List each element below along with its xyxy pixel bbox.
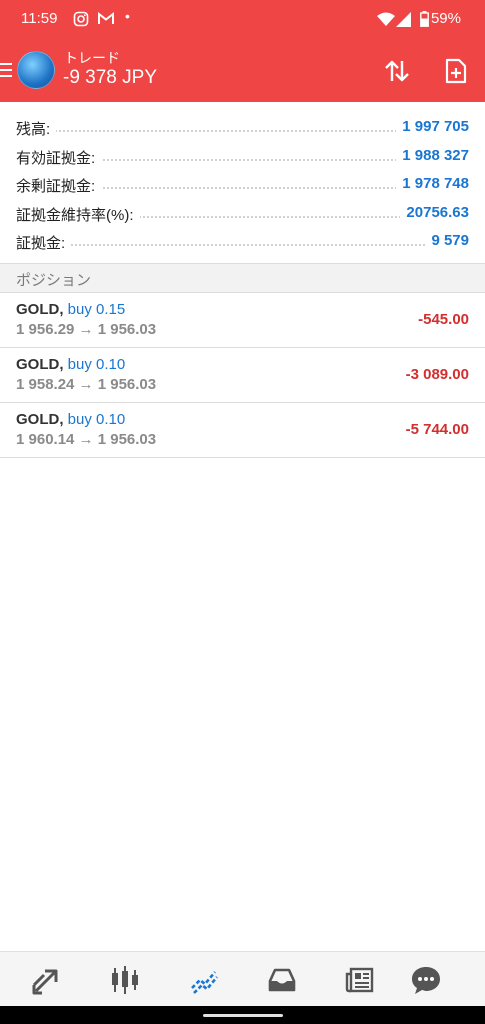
quotes-icon[interactable] [31, 964, 63, 996]
position-row[interactable]: GOLD, buy 0.10 1 958.24 → 1 956.03 -3 08… [0, 348, 485, 403]
account-row-equity: 有効証拠金: 1 988 327 [0, 142, 485, 171]
position-profit: -5 744.00 [405, 421, 469, 438]
app-header: 11:59 • 59% トレード -9 378 JPY [0, 0, 485, 102]
position-symbol-line: GOLD, buy 0.15 [16, 301, 125, 318]
wifi-icon [377, 12, 395, 26]
position-profit: -3 089.00 [405, 366, 469, 383]
page-title: トレード [64, 50, 120, 66]
account-row-margin: 証拠金: 9 579 [0, 227, 485, 256]
chart-icon[interactable] [109, 964, 141, 996]
metatrader-logo [17, 51, 55, 89]
position-side: buy 0.10 [67, 356, 126, 373]
menu-icon[interactable] [0, 63, 12, 77]
position-symbol: GOLD, [16, 356, 64, 373]
account-label: 証拠金維持率(%): [16, 203, 140, 225]
floating-profit: -9 378 JPY [63, 67, 157, 88]
home-gesture-handle[interactable] [203, 1014, 283, 1017]
account-value: 9 579 [425, 232, 469, 249]
trade-icon[interactable] [188, 964, 220, 996]
position-prices: 1 958.24 → 1 956.03 [16, 376, 157, 393]
position-symbol: GOLD, [16, 301, 64, 318]
account-row-free-margin: 余剰証拠金: 1 978 748 [0, 170, 485, 199]
instagram-icon [73, 11, 89, 27]
status-bar: 11:59 • 59% [0, 0, 485, 38]
position-side: buy 0.10 [67, 411, 126, 428]
status-time: 11:59 [21, 10, 58, 27]
position-profit: -545.00 [418, 311, 469, 328]
new-order-icon[interactable] [442, 57, 470, 85]
account-summary: 残高: 1 997 705 有効証拠金: 1 988 327 余剰証拠金: 1 … [0, 113, 485, 256]
position-symbol: GOLD, [16, 411, 64, 428]
sort-icon[interactable] [383, 57, 411, 85]
position-prices: 1 960.14 → 1 956.03 [16, 431, 157, 448]
account-value: 20756.63 [400, 203, 469, 221]
gmail-icon [98, 11, 114, 24]
account-value: 1 988 327 [396, 146, 469, 164]
position-prices: 1 956.29 → 1 956.03 [16, 321, 157, 338]
account-value: 1 997 705 [396, 118, 469, 135]
account-label: 証拠金: [16, 232, 72, 253]
battery-percent: 59% [430, 10, 461, 27]
positions-section-header: ポジション [0, 263, 485, 293]
bottom-navigation [0, 951, 485, 1006]
account-row-balance: 残高: 1 997 705 [0, 113, 485, 142]
notification-dot: • [125, 8, 130, 24]
chat-icon[interactable] [410, 964, 442, 996]
section-title: ポジション [16, 272, 92, 289]
account-label: 余剰証拠金: [16, 175, 102, 196]
system-navigation-bar [0, 1006, 485, 1024]
account-row-margin-level: 証拠金維持率(%): 20756.63 [0, 199, 485, 228]
positions-list: GOLD, buy 0.15 1 956.29 → 1 956.03 -545.… [0, 293, 485, 458]
news-icon[interactable] [344, 964, 376, 996]
signal-icon [396, 12, 411, 27]
account-label: 有効証拠金: [16, 146, 102, 168]
position-side: buy 0.15 [67, 301, 126, 318]
position-symbol-line: GOLD, buy 0.10 [16, 356, 125, 373]
account-label: 残高: [16, 118, 57, 139]
position-symbol-line: GOLD, buy 0.10 [16, 411, 125, 428]
position-row[interactable]: GOLD, buy 0.15 1 956.29 → 1 956.03 -545.… [0, 293, 485, 348]
position-row[interactable]: GOLD, buy 0.10 1 960.14 → 1 956.03 -5 74… [0, 403, 485, 458]
battery-icon [420, 11, 429, 27]
history-icon[interactable] [266, 964, 298, 996]
account-value: 1 978 748 [396, 175, 469, 192]
